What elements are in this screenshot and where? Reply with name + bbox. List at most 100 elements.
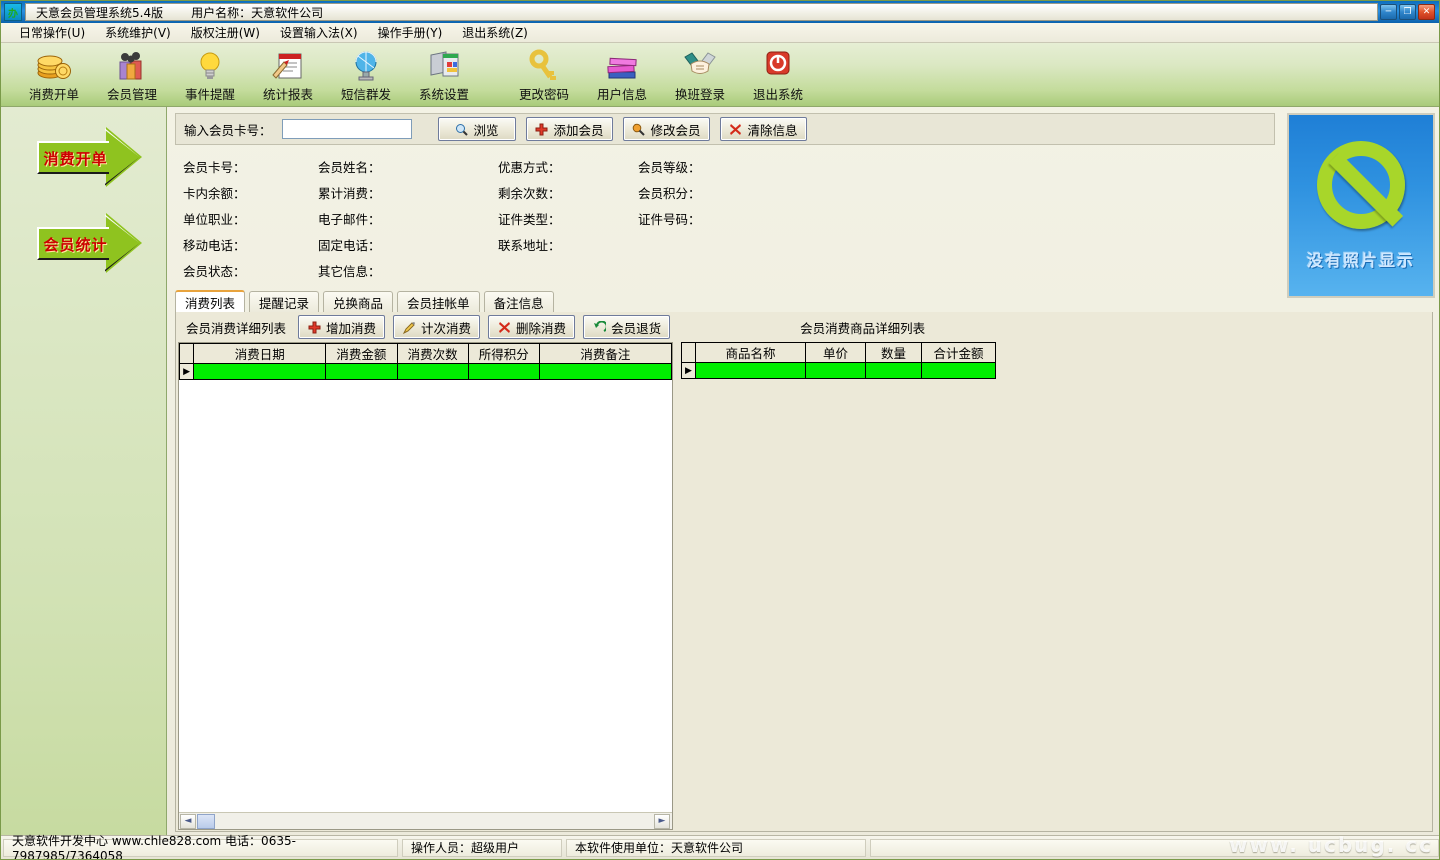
delete-consumption-button[interactable]: 删除消费 — [488, 315, 576, 339]
scroll-left-arrow[interactable]: ◄ — [180, 813, 196, 829]
column-header-goods-name[interactable]: 商品名称 — [695, 342, 806, 363]
row-marker-header — [179, 343, 195, 364]
scroll-right-arrow[interactable]: ► — [654, 813, 670, 829]
goods-grid-table: 商品名称 单价 数量 合计金额 ▶ — [681, 342, 996, 379]
edit-member-button[interactable]: 修改会员 — [622, 117, 710, 141]
goods-detail-grid: 商品名称 单价 数量 合计金额 ▶ — [681, 342, 1430, 830]
cell-remark[interactable] — [538, 363, 672, 380]
status-operator: 操作人员：超级用户 — [402, 838, 562, 857]
button-label: 浏览 — [473, 122, 499, 138]
consumption-grid-empty-area[interactable] — [179, 380, 672, 812]
toolbar-button-member-management[interactable]: 会员管理 — [93, 43, 171, 105]
cell-unit-price[interactable] — [805, 362, 866, 379]
tab-remarks[interactable]: 备注信息 — [483, 291, 554, 312]
column-header-remark[interactable]: 消费备注 — [538, 343, 672, 364]
button-label: 删除消费 — [516, 320, 567, 336]
toolbar-button-change-password[interactable]: 更改密码 — [505, 43, 583, 105]
member-return-button[interactable]: 会员退货 — [583, 315, 671, 339]
browse-button[interactable]: 浏览 — [437, 117, 516, 141]
button-label: 修改会员 — [650, 122, 701, 138]
clear-info-button[interactable]: 清除信息 — [719, 117, 807, 141]
field-label-id-number: 证件号码： — [638, 211, 701, 227]
add-member-button[interactable]: 添加会员 — [525, 117, 613, 141]
tab-consumption-list[interactable]: 消费列表 — [175, 290, 246, 312]
sidebar-item-label: 消费开单 — [43, 150, 108, 168]
field-label-member-status: 会员状态： — [183, 263, 246, 279]
cell-points[interactable] — [467, 363, 540, 380]
status-developer: 天意软件开发中心 www.chle828.com 电话：0635-7987985… — [3, 834, 398, 859]
toolbar-button-exit-system[interactable]: 退出系统 — [739, 43, 817, 105]
row-marker-header — [681, 342, 696, 363]
toolbar-button-system-settings[interactable]: 系统设置 — [405, 43, 483, 105]
field-label-member-points: 会员积分： — [638, 185, 701, 201]
toolbar-button-user-info[interactable]: 用户信息 — [583, 43, 661, 105]
grids-container: 消费日期 消费金额 消费次数 所得积分 消费备注 ▶ ◄ ► 商品名称 单价 数… — [176, 342, 1432, 832]
toolbar-label: 换班登录 — [674, 87, 725, 102]
tab-reminder-records[interactable]: 提醒记录 — [249, 291, 320, 312]
toolbar-button-shift-login[interactable]: 换班登录 — [661, 43, 739, 105]
sidebar-item-billing[interactable]: 消费开单 — [9, 127, 159, 187]
card-number-input[interactable] — [281, 119, 412, 139]
count-consumption-button[interactable]: 计次消费 — [393, 315, 481, 339]
window-title: 天意会员管理系统5.4版 — [36, 5, 164, 20]
menu-item-exit[interactable]: 退出系统(Z) — [452, 22, 538, 43]
right-grid-title: 会员消费商品详细列表 — [800, 320, 926, 336]
button-label: 增加消费 — [326, 320, 377, 336]
toolbar-button-sms-broadcast[interactable]: 短信群发 — [327, 43, 405, 105]
left-sidebar: 消费开单 会员统计 — [1, 107, 167, 853]
column-header-points[interactable]: 所得积分 — [467, 343, 540, 364]
consumption-grid-hscrollbar[interactable]: ◄ ► — [179, 812, 672, 829]
field-label-occupation: 单位职业： — [183, 211, 246, 227]
window-user-label: 用户名称：天意软件公司 — [191, 5, 324, 20]
toolbar-button-billing[interactable]: 消费开单 — [15, 43, 93, 105]
cell-amount[interactable] — [325, 363, 398, 380]
sidebar-item-member-statistics[interactable]: 会员统计 — [9, 213, 159, 273]
title-bar-caption: 天意会员管理系统5.4版 用户名称：天意软件公司 — [25, 3, 1378, 21]
menu-item-manual[interactable]: 操作手册(Y) — [368, 22, 453, 43]
button-label: 清除信息 — [747, 122, 798, 138]
cell-goods-name[interactable] — [695, 362, 806, 379]
column-header-quantity[interactable]: 数量 — [865, 342, 922, 363]
column-header-times[interactable]: 消费次数 — [396, 343, 469, 364]
column-header-unit-price[interactable]: 单价 — [805, 342, 866, 363]
menu-item-system-maintenance[interactable]: 系统维护(V) — [95, 22, 181, 43]
menu-item-input-method-settings[interactable]: 设置输入法(X) — [270, 22, 368, 43]
field-row: 会员状态： 其它信息： — [175, 257, 1275, 283]
toolbar-button-statistics-report[interactable]: 统计报表 — [249, 43, 327, 105]
table-row[interactable]: ▶ — [179, 363, 672, 380]
menu-item-daily-operations[interactable]: 日常操作(U) — [9, 22, 95, 43]
cell-times[interactable] — [396, 363, 469, 380]
cell-date[interactable] — [193, 363, 327, 380]
toolbar-button-event-reminder[interactable]: 事件提醒 — [171, 43, 249, 105]
title-bar: 办 天意会员管理系统5.4版 用户名称：天意软件公司 ─ ❐ ✕ — [1, 1, 1439, 23]
member-info-fields: 会员卡号： 会员姓名： 优惠方式： 会员等级： 卡内余额： 累计消费： 剩余次数… — [175, 153, 1275, 281]
cell-quantity[interactable] — [865, 362, 922, 379]
goods-grid-empty-area[interactable] — [681, 379, 1430, 830]
cell-total-amount[interactable] — [921, 362, 996, 379]
minimize-button[interactable]: ─ — [1380, 4, 1397, 20]
maximize-button[interactable]: ❐ — [1399, 4, 1416, 20]
toolbar-label: 短信群发 — [340, 87, 391, 102]
tab-strip: 消费列表 提醒记录 兑换商品 会员挂帐单 备注信息 — [175, 290, 1433, 313]
cross-icon — [729, 122, 743, 136]
undo-icon — [592, 320, 606, 334]
add-consumption-button[interactable]: 增加消费 — [298, 315, 386, 339]
row-marker: ▶ — [179, 363, 195, 380]
tab-member-credit-note[interactable]: 会员挂帐单 — [397, 291, 480, 312]
table-row[interactable]: ▶ — [681, 362, 996, 379]
left-grid-title: 会员消费详细列表 — [186, 320, 287, 336]
column-header-total-amount[interactable]: 合计金额 — [921, 342, 996, 363]
tab-exchange-goods[interactable]: 兑换商品 — [323, 291, 394, 312]
plus-icon — [307, 320, 321, 334]
toolbar-label: 会员管理 — [106, 87, 157, 102]
field-label-name: 会员姓名： — [318, 159, 381, 175]
close-button[interactable]: ✕ — [1418, 4, 1435, 20]
field-label-card-no: 会员卡号： — [183, 159, 246, 175]
menu-item-copyright-registration[interactable]: 版权注册(W) — [181, 22, 270, 43]
no-photo-label: 没有照片显示 — [1306, 250, 1415, 270]
main-toolbar: 消费开单 会员管理 事件提醒 统计报表 短信群发 系统设置 更改密码 用户信息 … — [1, 43, 1439, 107]
column-header-date[interactable]: 消费日期 — [193, 343, 327, 364]
scroll-thumb[interactable] — [197, 813, 215, 829]
column-header-amount[interactable]: 消费金额 — [325, 343, 398, 364]
member-search-bar: 输入会员卡号： 浏览 添加会员 修改会员 清除信息 — [175, 113, 1275, 145]
